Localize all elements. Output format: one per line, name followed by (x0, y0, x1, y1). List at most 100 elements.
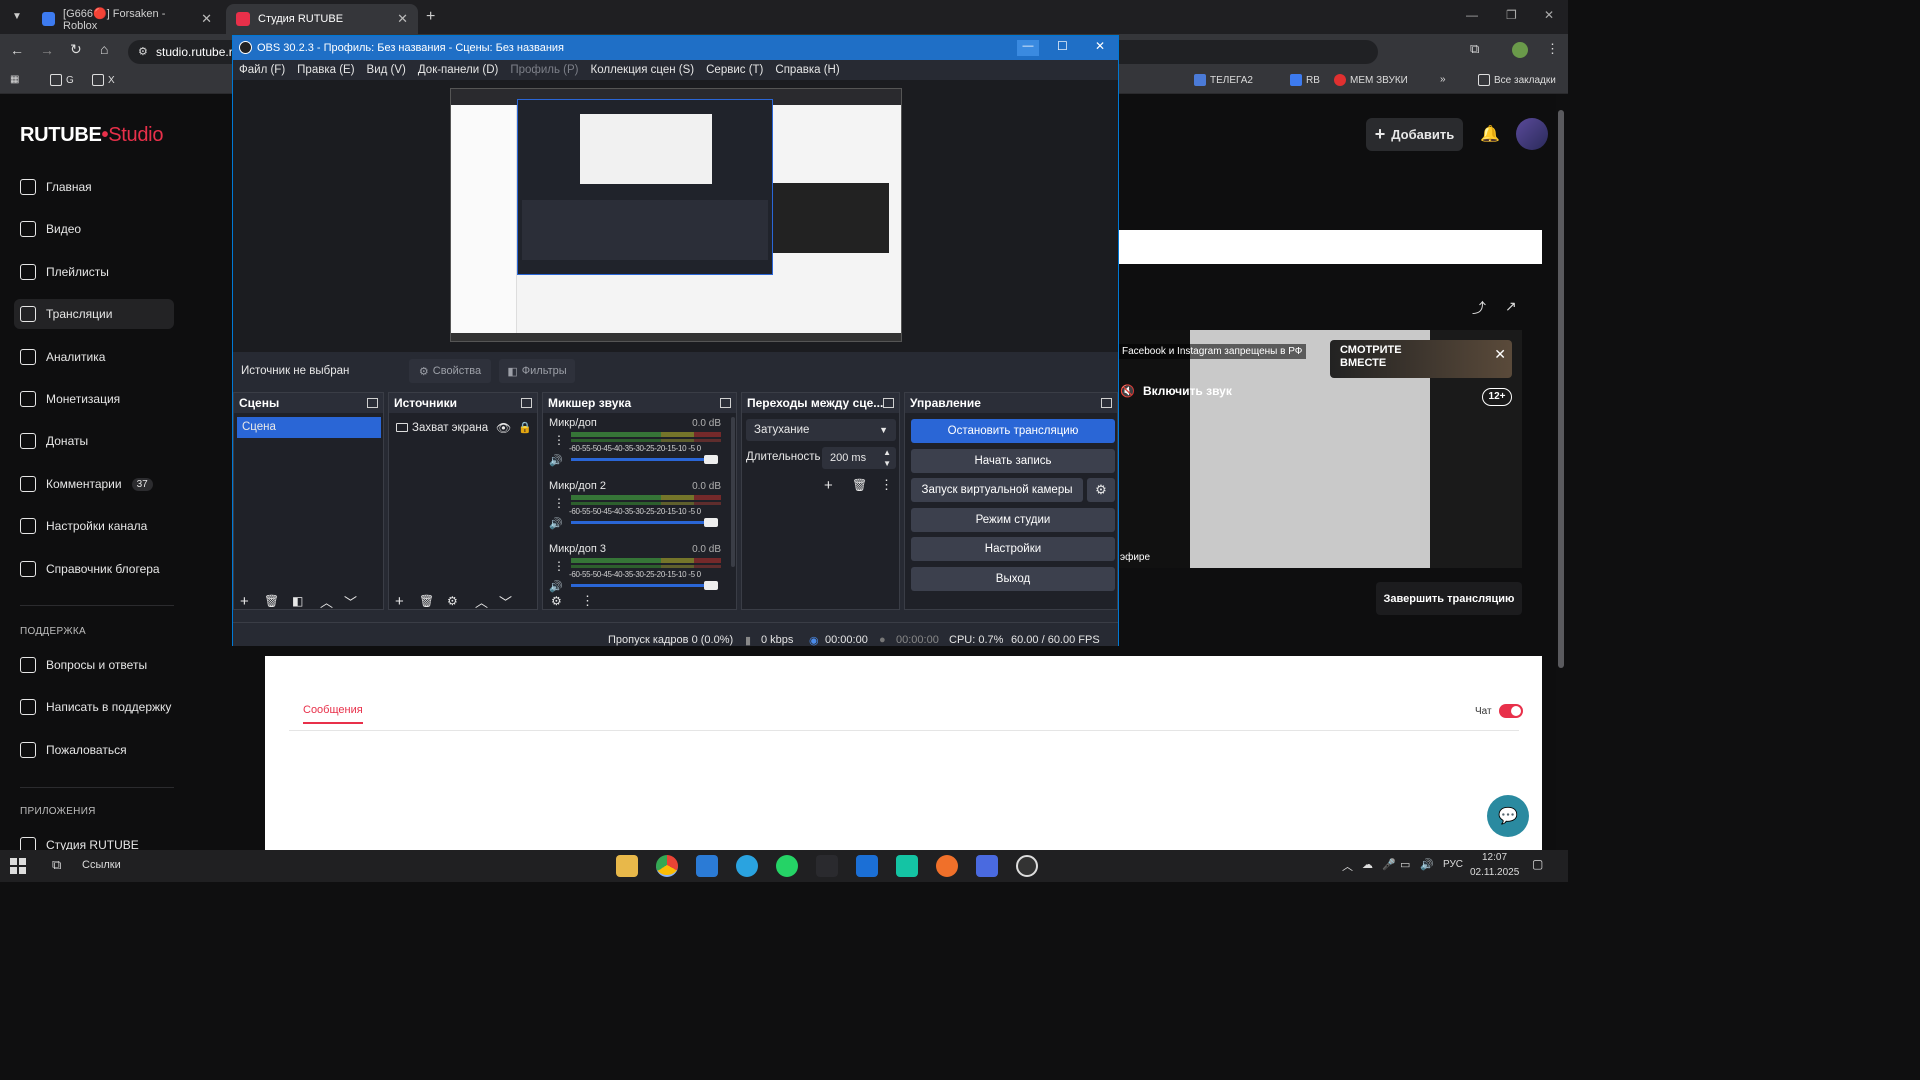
channel-menu-icon[interactable]: ⋮ (553, 559, 565, 573)
volume-fader-knob[interactable] (704, 455, 718, 464)
transition-menu-icon[interactable]: ⋮ (880, 477, 893, 493)
reload-icon[interactable]: ↻ (70, 41, 82, 58)
page-scrollbar[interactable] (1558, 110, 1564, 668)
volume-fader[interactable] (571, 458, 711, 461)
bookmark-rb[interactable]: RB (1290, 74, 1320, 86)
obs-close-button[interactable]: ✕ (1095, 39, 1105, 53)
exit-button[interactable]: Выход (911, 567, 1115, 591)
window-close-button[interactable]: ✕ (1544, 8, 1554, 22)
channel-menu-icon[interactable]: ⋮ (553, 496, 565, 510)
start-button[interactable] (10, 858, 26, 874)
spin-arrows-icon[interactable]: ▲ ▼ (883, 447, 891, 469)
obs-menu-item[interactable]: Коллекция сцен (S) (591, 64, 695, 76)
close-tab-icon[interactable]: ✕ (397, 11, 408, 27)
support-item-2[interactable]: Написать в поддержку (14, 692, 174, 722)
remove-scene-icon[interactable]: 🗑 (264, 594, 279, 608)
open-external-icon[interactable]: ↗ (1505, 298, 1517, 315)
share-icon[interactable]: ⤴ (1472, 298, 1486, 318)
move-down-icon[interactable]: ﹀ (499, 592, 512, 611)
clock-date[interactable]: 02.11.2025 (1470, 867, 1519, 878)
undock-icon[interactable] (1101, 398, 1112, 408)
add-button[interactable]: + Добавить (1366, 118, 1463, 151)
bookmark-mem-zvuki[interactable]: МЕМ ЗВУКИ (1334, 74, 1408, 86)
profile-avatar[interactable] (1512, 42, 1528, 58)
volume-fader-knob[interactable] (704, 581, 718, 590)
vpn-icon[interactable] (896, 855, 918, 877)
undock-icon[interactable] (521, 398, 532, 408)
duration-spinbox[interactable]: 200 ms ▲ ▼ (822, 447, 896, 469)
site-info-icon[interactable]: ⚙ (138, 45, 148, 58)
virtual-camera-settings-icon[interactable]: ⚙ (1087, 478, 1115, 502)
sidebar-item-4[interactable]: Трансляции (14, 299, 174, 329)
home-browser-icon[interactable]: ⌂ (100, 41, 108, 57)
bookmark-telega2[interactable]: ТЕЛЕГА2 (1194, 74, 1253, 86)
sidebar-item-6[interactable]: Монетизация (14, 384, 174, 414)
sidebar-item-5[interactable]: Аналитика (14, 342, 174, 372)
volume-fader-knob[interactable] (704, 518, 718, 527)
notifications-bell-icon[interactable]: 🔔 (1480, 124, 1500, 144)
scene-item[interactable]: Сцена (237, 417, 381, 438)
obs-preview-area[interactable] (233, 80, 1118, 352)
speaker-icon[interactable]: 🔊 (549, 517, 563, 530)
properties-button[interactable]: ⚙ Свойства (409, 359, 491, 383)
clock-time[interactable]: 12:07 (1482, 852, 1507, 863)
rutube-logo[interactable]: RUTUBE•Studio (20, 124, 163, 147)
support-item-3[interactable]: Пожаловаться (14, 735, 174, 765)
window-minimize-button[interactable]: — (1466, 8, 1478, 22)
firefox-icon[interactable] (936, 855, 958, 877)
undock-icon[interactable] (883, 398, 894, 408)
obs-minimize-button[interactable]: — (1017, 40, 1039, 56)
telegram-icon[interactable] (736, 855, 758, 877)
microphone-icon[interactable]: 🎤 (1382, 858, 1396, 871)
start-record-button[interactable]: Начать запись (911, 449, 1115, 473)
bookmark-folder-x[interactable]: X (92, 74, 115, 86)
back-icon[interactable]: ← (10, 42, 24, 58)
volume-fader[interactable] (571, 584, 711, 587)
start-virtual-camera-button[interactable]: Запуск виртуальной камеры (911, 478, 1083, 502)
obs-menu-item[interactable]: Правка (E) (297, 64, 354, 76)
stream-player[interactable]: Facebook и Instagram запрещены в РФ 🔇 Вк… (1118, 330, 1522, 568)
wifi-icon[interactable]: ▭ (1400, 858, 1410, 871)
scene-filters-icon[interactable]: ◧ (292, 594, 303, 608)
transition-select[interactable]: Затухание ▼ (746, 419, 896, 441)
sidebar-item-8[interactable]: Комментарии 37 (14, 469, 174, 499)
add-transition-icon[interactable]: + (824, 477, 833, 494)
roblox-icon[interactable] (976, 855, 998, 877)
tab-messages[interactable]: Сообщения (303, 704, 363, 724)
volume-icon[interactable]: 🔊 (1420, 858, 1434, 871)
sidebar-item-2[interactable]: Видео (14, 214, 174, 244)
chrome-icon[interactable] (656, 855, 678, 877)
undock-icon[interactable] (367, 398, 378, 408)
network-icon[interactable]: ☁ (1362, 858, 1373, 871)
keyboard-language[interactable]: РУС (1443, 859, 1463, 870)
capcut-icon[interactable] (856, 855, 878, 877)
add-scene-icon[interactable]: + (240, 593, 249, 610)
obs-menu-item[interactable]: Профиль (P) (510, 64, 578, 76)
extensions-icon[interactable]: ⧉ (1470, 41, 1479, 57)
taskbar-search[interactable]: Ссылки (82, 859, 121, 871)
chat-toggle[interactable] (1499, 704, 1523, 718)
filters-button[interactable]: ◧ Фильтры (499, 359, 575, 383)
obs-menu-item[interactable]: Док-панели (D) (418, 64, 498, 76)
close-tab-icon[interactable]: ✕ (201, 11, 212, 27)
remove-transition-icon[interactable]: 🗑 (852, 478, 867, 492)
speaker-icon[interactable]: 🔊 (549, 454, 563, 467)
file-explorer-icon[interactable] (616, 855, 638, 877)
all-bookmarks[interactable]: Все закладки (1478, 74, 1556, 86)
advanced-audio-icon[interactable]: ⚙ (551, 594, 562, 608)
move-down-icon[interactable]: ﹀ (344, 592, 357, 611)
undock-icon[interactable] (720, 398, 731, 408)
support-item-1[interactable]: Вопросы и ответы (14, 650, 174, 680)
source-properties-icon[interactable]: ⚙ (447, 594, 458, 608)
volume-fader[interactable] (571, 521, 711, 524)
sidebar-item-9[interactable]: Настройки канала (14, 511, 174, 541)
bookmark-folder-g[interactable]: G (50, 74, 74, 86)
app-icon[interactable] (696, 855, 718, 877)
support-chat-bubble[interactable]: 💬 (1487, 795, 1529, 837)
obs-menu-item[interactable]: Файл (F) (239, 64, 285, 76)
tab-rutube-studio[interactable]: Студия RUTUBE ✕ (226, 4, 418, 34)
move-up-icon[interactable]: ︿ (475, 592, 488, 611)
sidebar-item-1[interactable]: Главная (14, 172, 174, 202)
task-view-icon[interactable]: ⧉ (52, 857, 61, 873)
app-icon[interactable] (816, 855, 838, 877)
